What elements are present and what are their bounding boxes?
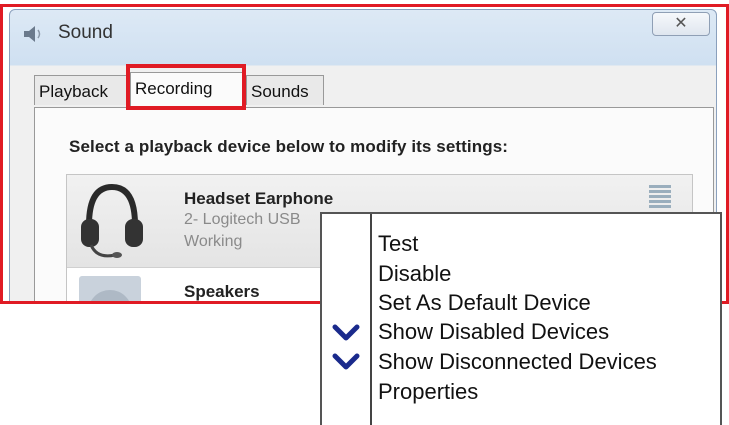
menu-item-properties[interactable]: Properties: [378, 378, 478, 406]
menu-item-show-disconnected[interactable]: Show Disconnected Devices: [378, 348, 657, 376]
check-icon: [332, 353, 360, 370]
menu-item-disable[interactable]: Disable: [378, 260, 451, 288]
context-menu: Test Disable Set As Default Device Show …: [320, 212, 722, 425]
menu-item-set-default[interactable]: Set As Default Device: [378, 289, 591, 317]
check-icon: [332, 324, 360, 341]
menu-gutter-divider: [370, 214, 372, 425]
menu-item-show-disabled[interactable]: Show Disabled Devices: [378, 318, 609, 346]
recording-tab-highlight: [126, 64, 246, 110]
menu-item-test[interactable]: Test: [378, 230, 418, 258]
